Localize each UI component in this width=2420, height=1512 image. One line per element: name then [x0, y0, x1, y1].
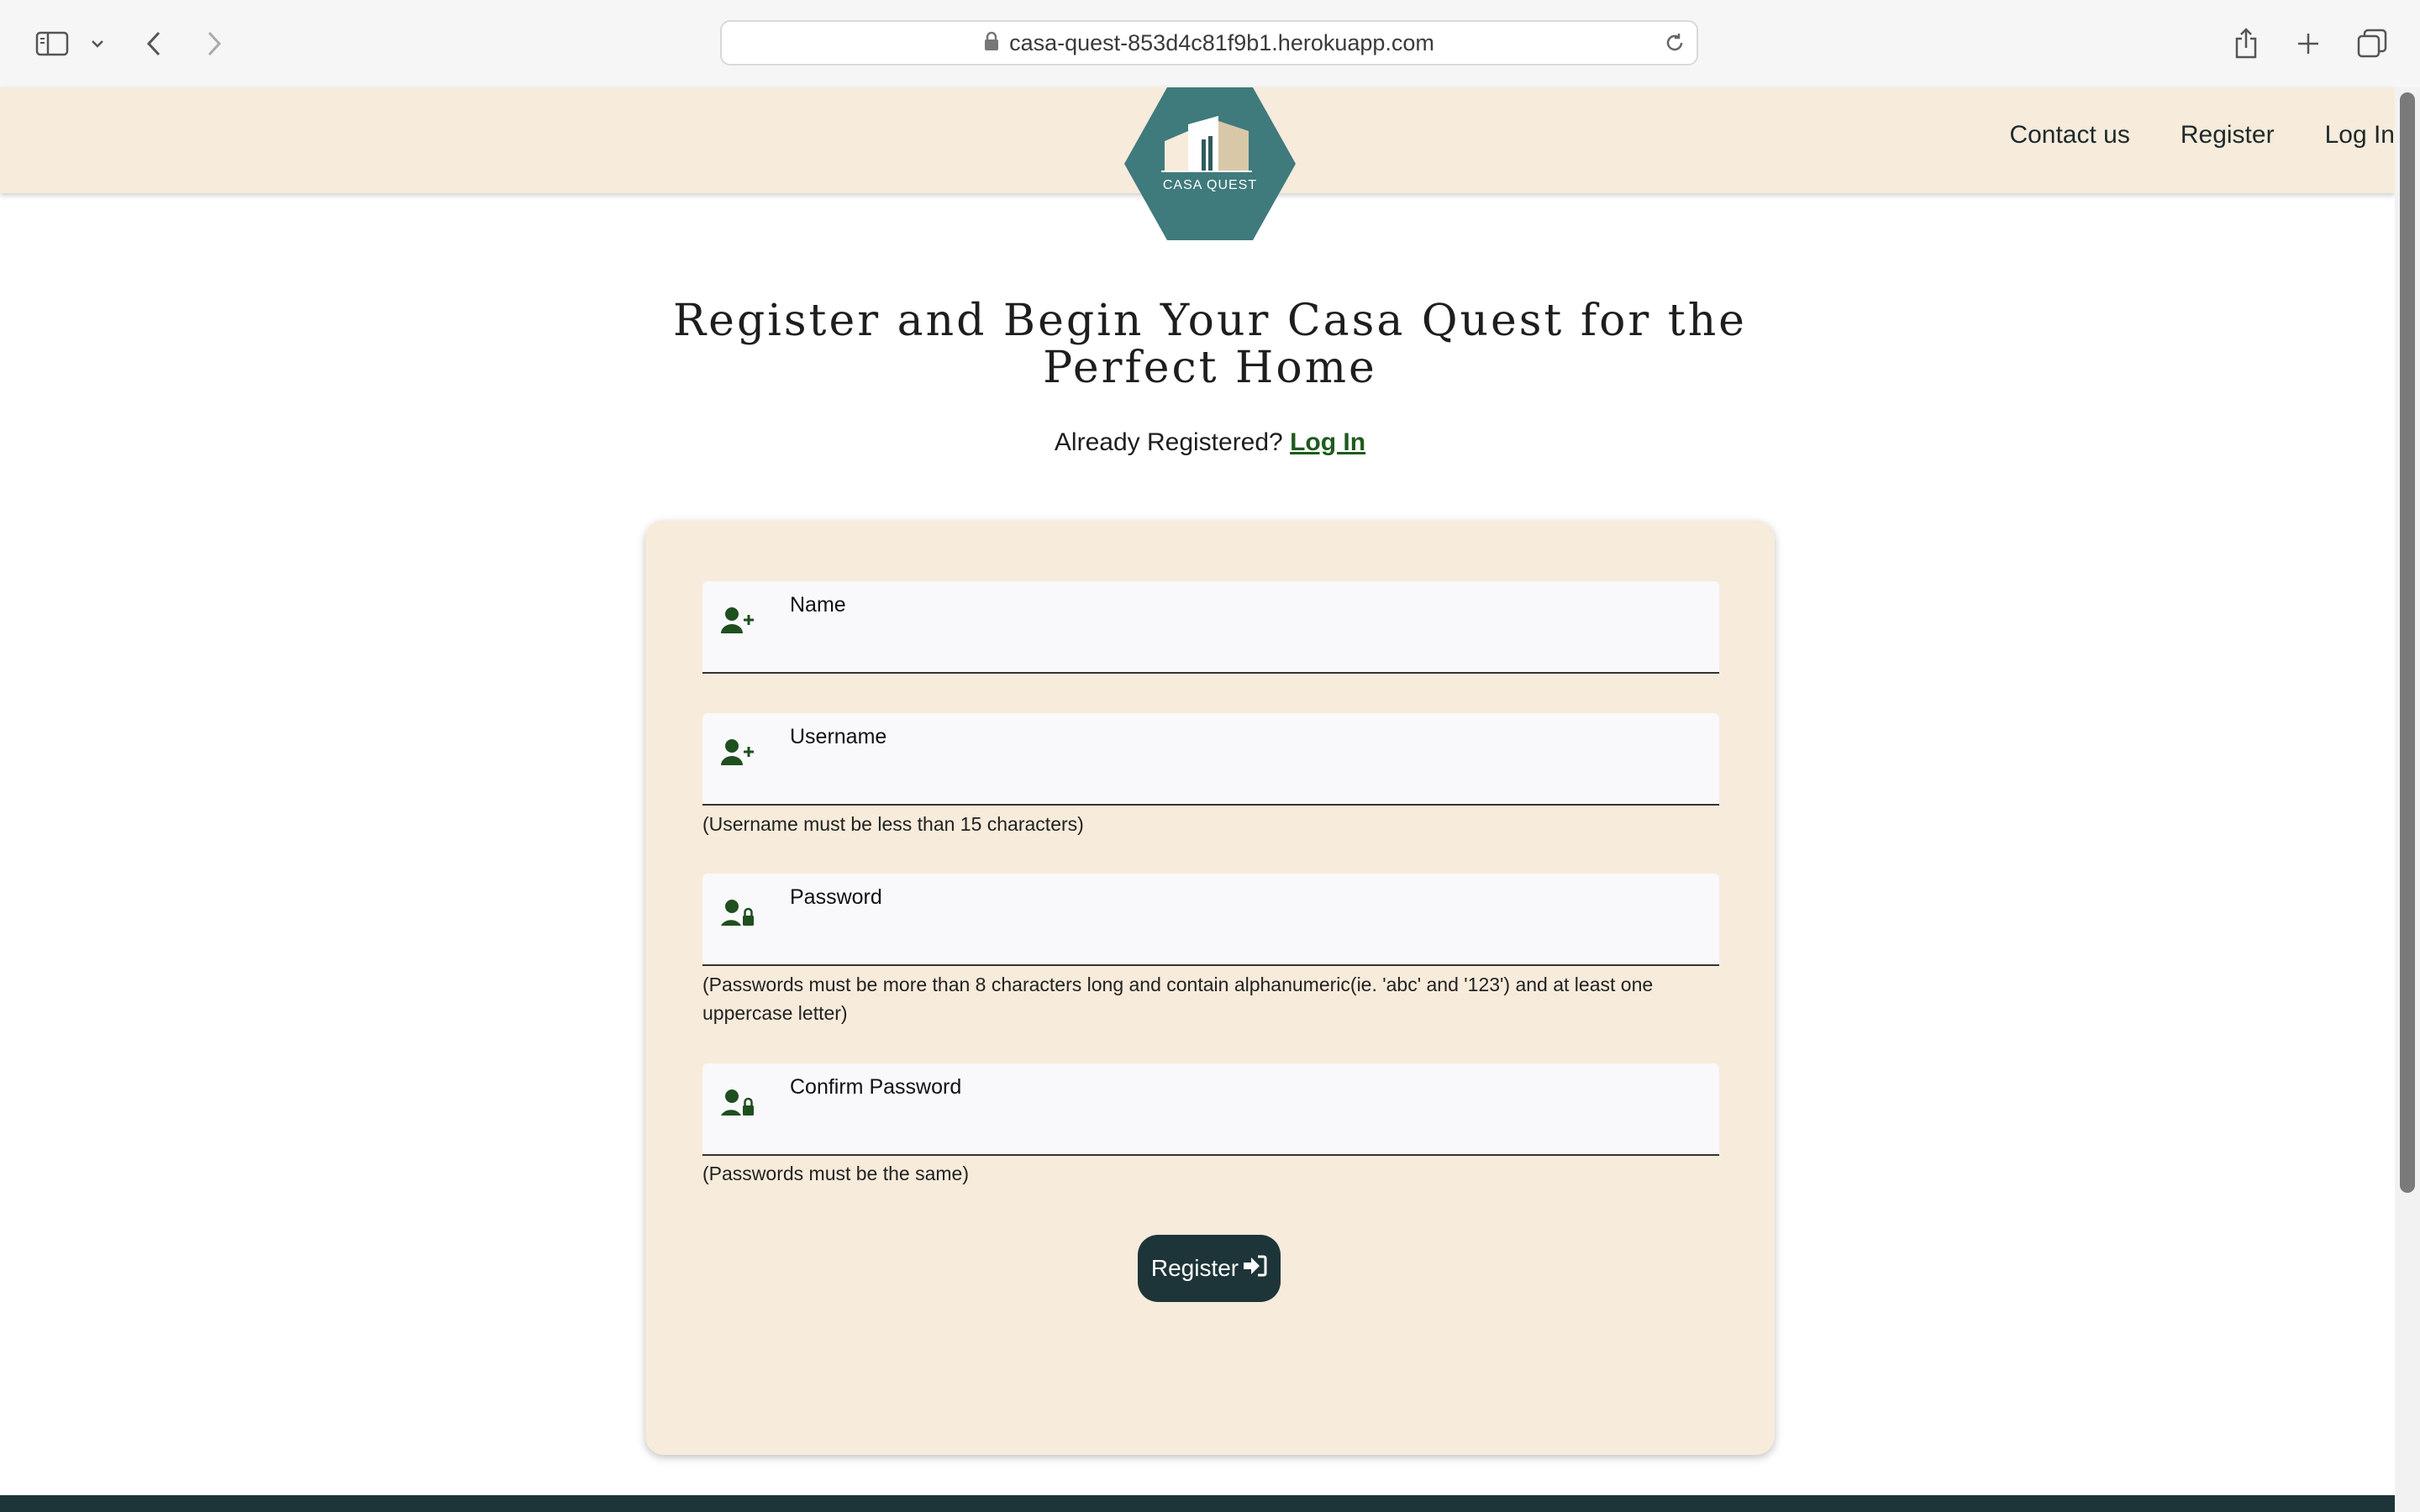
- name-label: Name: [790, 593, 846, 617]
- site-footer: [0, 1495, 2395, 1512]
- logo-text: CASA QUEST: [1162, 178, 1258, 192]
- sidebar-icon[interactable]: [34, 22, 71, 66]
- nav-contact-us[interactable]: Contact us: [2009, 121, 2129, 150]
- register-button-label: Register: [1150, 1255, 1239, 1281]
- user-lock-icon: [721, 1089, 755, 1121]
- login-link[interactable]: Log In: [1290, 428, 1365, 456]
- new-tab-icon[interactable]: [2294, 22, 2323, 66]
- already-registered-line: Already Registered? Log In: [622, 428, 1798, 457]
- username-input[interactable]: [790, 759, 1701, 797]
- nav-log-in[interactable]: Log In: [2325, 121, 2395, 150]
- username-label: Username: [790, 725, 887, 748]
- page-scrollbar[interactable]: [2395, 87, 2420, 1512]
- back-arrow-icon[interactable]: [141, 22, 166, 66]
- confirm-password-field[interactable]: Confirm Password: [702, 1063, 1719, 1156]
- lock-icon: [984, 31, 999, 55]
- main-nav: Contact us Register Log In: [2009, 121, 2395, 150]
- casa-quest-logo[interactable]: CASA QUEST: [1124, 87, 1296, 240]
- user-lock-icon: [721, 899, 755, 932]
- share-icon[interactable]: [2232, 22, 2260, 66]
- chevron-down-icon[interactable]: [87, 22, 108, 66]
- page-title: Register and Begin Your Casa Quest for t…: [673, 296, 1747, 393]
- nav-register[interactable]: Register: [2181, 121, 2275, 150]
- page-viewport: Contact us Register Log In CASA QUEST Re…: [0, 87, 2420, 1512]
- password-label: Password: [790, 885, 882, 909]
- url-text: casa-quest-853d4c81f9b1.herokuapp.com: [1009, 29, 1434, 55]
- tabs-overview-icon[interactable]: [2356, 22, 2388, 66]
- username-field[interactable]: Username: [702, 713, 1719, 806]
- browser-toolbar: casa-quest-853d4c81f9b1.herokuapp.com: [0, 0, 2420, 89]
- sign-in-icon: [1239, 1254, 1267, 1284]
- forward-arrow-icon[interactable]: [202, 22, 227, 66]
- name-input[interactable]: [790, 627, 1701, 665]
- reload-icon[interactable]: [1663, 31, 1686, 59]
- confirm-password-help-text: (Passwords must be the same): [702, 1163, 970, 1184]
- password-help-text: (Passwords must be more than 8 character…: [702, 974, 1654, 1024]
- address-bar[interactable]: casa-quest-853d4c81f9b1.herokuapp.com: [720, 20, 1698, 66]
- scrollbar-thumb[interactable]: [2400, 92, 2415, 1193]
- register-form: Name Username (Username must be less tha…: [645, 521, 1775, 1455]
- user-plus-icon: [721, 738, 755, 771]
- already-registered-text: Already Registered?: [1054, 428, 1283, 456]
- confirm-password-label: Confirm Password: [790, 1075, 962, 1099]
- user-plus-icon: [721, 606, 755, 639]
- password-input[interactable]: [790, 919, 1701, 958]
- username-help-text: (Username must be less than 15 character…: [702, 813, 1084, 835]
- register-button[interactable]: Register: [1138, 1235, 1281, 1302]
- name-field[interactable]: Name: [702, 581, 1719, 674]
- password-field[interactable]: Password: [702, 874, 1719, 966]
- confirm-password-input[interactable]: [790, 1109, 1701, 1147]
